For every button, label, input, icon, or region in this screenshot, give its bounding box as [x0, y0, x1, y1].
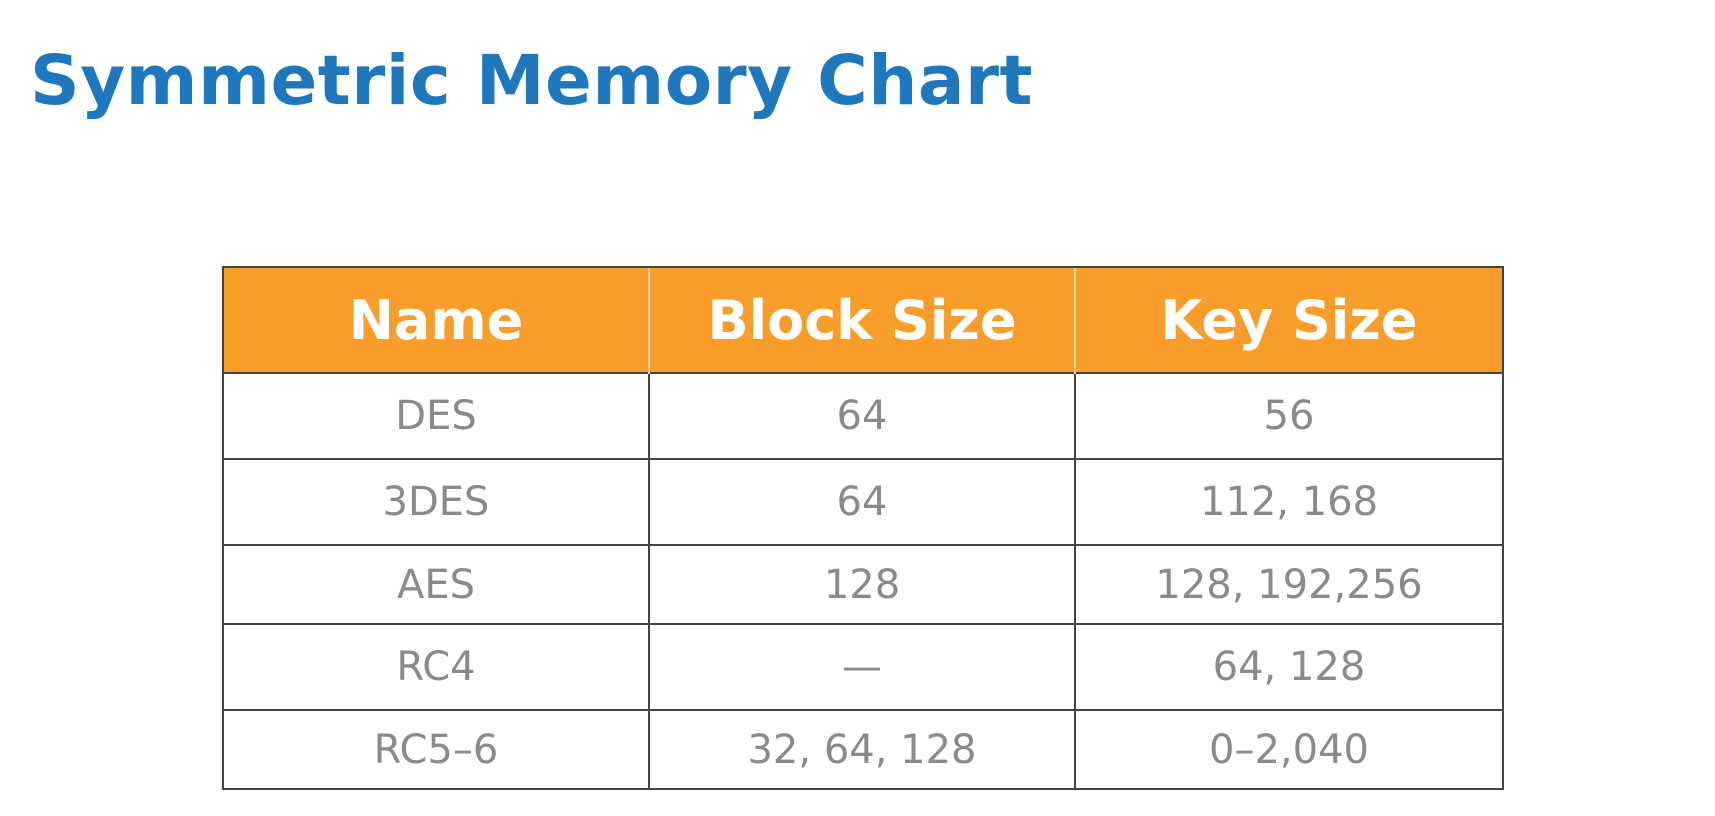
cell-key-size: 112, 168 — [1074, 458, 1504, 546]
cell-key-size: 0–2,040 — [1074, 709, 1504, 790]
column-header-block-size: Block Size — [648, 266, 1075, 373]
table-header-row: Name Block Size Key Size — [222, 266, 1504, 373]
cell-name: RC4 — [222, 623, 650, 711]
table-row: AES 128 128, 192,256 — [222, 544, 1504, 625]
column-header-key-size: Key Size — [1074, 266, 1504, 373]
cipher-table-container: Name Block Size Key Size DES 64 56 3DES … — [222, 266, 1504, 790]
cell-name: RC5–6 — [222, 709, 650, 790]
table-row: RC4 — 64, 128 — [222, 623, 1504, 711]
cell-block-size: — — [648, 623, 1076, 711]
cell-block-size: 32, 64, 128 — [648, 709, 1076, 790]
cipher-table: Name Block Size Key Size DES 64 56 3DES … — [222, 266, 1504, 790]
cell-key-size: 64, 128 — [1074, 623, 1504, 711]
cell-block-size: 128 — [648, 544, 1076, 625]
cell-name: 3DES — [222, 458, 650, 546]
cell-block-size: 64 — [648, 458, 1076, 546]
page-title: Symmetric Memory Chart — [30, 41, 1033, 121]
cell-key-size: 56 — [1074, 372, 1504, 460]
table-row: RC5–6 32, 64, 128 0–2,040 — [222, 709, 1504, 790]
slide: Symmetric Memory Chart Name Block Size K… — [0, 0, 1715, 816]
column-header-name: Name — [222, 266, 649, 373]
cell-name: DES — [222, 372, 650, 460]
table-row: DES 64 56 — [222, 372, 1504, 460]
table-row: 3DES 64 112, 168 — [222, 458, 1504, 546]
cell-block-size: 64 — [648, 372, 1076, 460]
cell-name: AES — [222, 544, 650, 625]
cell-key-size: 128, 192,256 — [1074, 544, 1504, 625]
